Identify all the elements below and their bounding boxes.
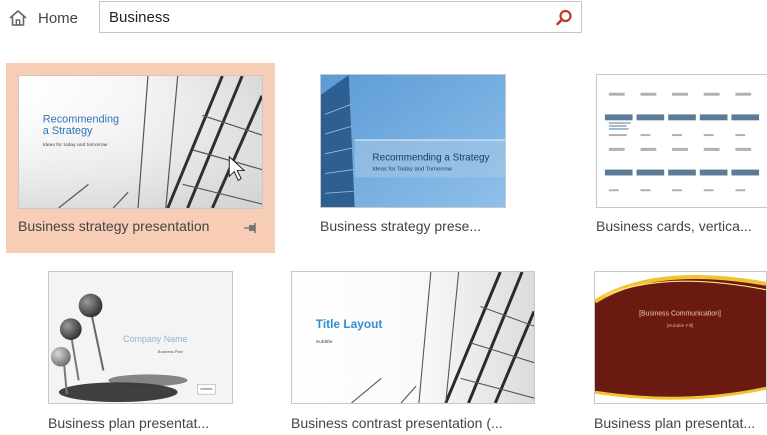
thumb-subtitle: Business Plan — [158, 349, 183, 354]
template-caption: Business contrast presentation (... — [291, 415, 503, 431]
thumb-title: Recommending a Strategy — [372, 153, 489, 164]
template-tile-business-contrast[interactable]: Title Layout Subtitle Business contrast … — [280, 259, 560, 435]
template-tile-business-communication[interactable]: [Business Communication] [Subtitle Fill]… — [582, 259, 767, 435]
thumb-title: a Strategy — [43, 125, 93, 137]
thumb-subtitle: Ideas for Today and Tomorrow — [372, 167, 452, 173]
search-input[interactable] — [109, 5, 539, 29]
template-tile-business-strategy[interactable]: Recommending a Strategy Ideas for today … — [6, 63, 275, 253]
template-caption: Business plan presentat... — [594, 415, 756, 431]
thumb-title: Recommending — [43, 113, 119, 125]
pin-icon[interactable] — [243, 221, 259, 233]
thumb-title: Company Name — [123, 334, 187, 344]
home-label: Home — [38, 9, 79, 27]
template-tile-business-strategy-blue[interactable]: Recommending a Strategy Ideas for Today … — [307, 63, 576, 253]
thumb-subtitle: [Subtitle Fill] — [667, 323, 694, 329]
thumb-subtitle: Subtitle — [316, 339, 333, 345]
template-thumbnail: [Business Communication] [Subtitle Fill] — [594, 271, 767, 404]
thumb-title: Title Layout — [316, 317, 383, 331]
template-thumbnail: Recommending a Strategy Ideas for today … — [18, 75, 263, 209]
template-tile-business-plan-pins[interactable]: Company Name Business Plan Business plan… — [36, 259, 256, 435]
thumb-title: [Business Communication] — [639, 310, 721, 317]
template-thumbnail: Recommending a Strategy Ideas for Today … — [320, 74, 506, 208]
template-thumbnail: Company Name Business Plan — [48, 271, 233, 404]
template-thumbnail — [596, 74, 767, 208]
home-icon — [8, 9, 28, 27]
template-caption: Business strategy prese... — [320, 218, 482, 234]
template-caption: Business plan presentat... — [48, 415, 210, 431]
template-caption: Business strategy presentation — [18, 218, 210, 234]
home-link[interactable]: Home — [8, 6, 78, 30]
template-caption: Business cards, vertica... — [596, 218, 752, 234]
search-box — [99, 1, 582, 33]
search-icon[interactable] — [554, 8, 574, 28]
thumb-subtitle: Ideas for today and tomorrow — [43, 142, 108, 148]
template-tile-business-cards[interactable]: Business cards, vertica... — [583, 63, 767, 253]
template-thumbnail: Title Layout Subtitle — [291, 271, 535, 404]
